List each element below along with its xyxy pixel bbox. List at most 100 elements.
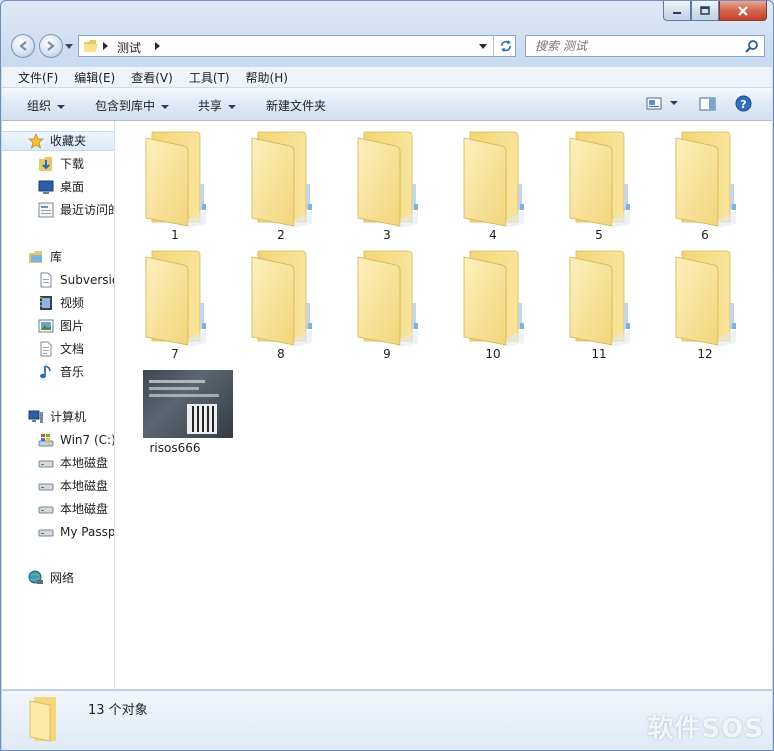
- libraries-icon: [29, 251, 42, 263]
- nav-favorites-label: 收藏夹: [50, 134, 87, 148]
- nav-downloads[interactable]: 下载: [2, 154, 84, 174]
- search-box[interactable]: [525, 35, 765, 57]
- nav-music[interactable]: 音乐: [2, 362, 84, 382]
- caption-buttons: [663, 1, 767, 21]
- file-name-label: 2: [277, 228, 285, 242]
- pictures-icon: [38, 319, 54, 333]
- folder-icon: [251, 250, 312, 347]
- organize-button[interactable]: 组织: [27, 97, 66, 114]
- maximize-button[interactable]: [691, 1, 719, 21]
- help-icon[interactable]: ?: [735, 95, 752, 112]
- folder-item[interactable]: 8: [228, 243, 334, 361]
- folder-item[interactable]: 5: [546, 124, 652, 242]
- file-name-label: risos666: [149, 441, 201, 455]
- chevron-down-icon: [228, 104, 237, 109]
- hard-drive-icon: [38, 460, 54, 468]
- file-item[interactable]: risos666: [122, 362, 233, 480]
- folder-item[interactable]: 11: [546, 243, 652, 361]
- nav-local-disk[interactable]: 本地磁盘: [2, 476, 108, 496]
- folder-item[interactable]: 4: [440, 124, 546, 242]
- folder-icon: [569, 131, 630, 228]
- network-icon: [28, 570, 43, 584]
- address-bar[interactable]: 测试: [78, 35, 516, 57]
- forward-arrow-icon: [47, 41, 55, 51]
- nav-drive-c[interactable]: Win7 (C:): [2, 430, 114, 450]
- folder-item[interactable]: 2: [228, 124, 334, 242]
- document-library-icon: [40, 272, 52, 288]
- file-name-label: 3: [383, 228, 391, 242]
- hard-drive-icon: [38, 483, 54, 491]
- nav-documents[interactable]: 文档: [2, 339, 84, 359]
- breadcrumb-segment[interactable]: 测试: [117, 39, 141, 56]
- svg-text:?: ?: [740, 98, 746, 111]
- nav-my-passport[interactable]: My Passport: [2, 522, 114, 542]
- nav-pictures[interactable]: 图片: [2, 316, 84, 336]
- nav-desktop-label: 桌面: [60, 180, 85, 194]
- image-thumbnail: [143, 370, 233, 438]
- file-name-label: 1: [171, 228, 179, 242]
- nav-local-disk[interactable]: 本地磁盘: [2, 499, 108, 519]
- refresh-icon: [500, 40, 511, 52]
- nav-libraries-label: 库: [50, 250, 63, 264]
- menu-help[interactable]: 帮助(H): [238, 69, 296, 86]
- maximize-icon: [700, 6, 710, 15]
- nav-local-disk-label: 本地磁盘: [60, 502, 109, 516]
- nav-local-disk[interactable]: 本地磁盘: [2, 453, 108, 473]
- organize-label: 组织: [27, 99, 52, 113]
- nav-music-label: 音乐: [60, 365, 85, 379]
- forward-button[interactable]: [39, 34, 63, 58]
- nav-desktop[interactable]: 桌面: [2, 177, 84, 197]
- search-icon[interactable]: [745, 39, 759, 53]
- file-name-label: 10: [485, 347, 501, 361]
- back-button[interactable]: [11, 34, 35, 58]
- folder-item[interactable]: 6: [652, 124, 758, 242]
- recent-pages-caret-icon[interactable]: [65, 44, 73, 50]
- minimize-button[interactable]: [663, 1, 691, 21]
- new-folder-button[interactable]: 新建文件夹: [266, 97, 326, 114]
- nav-videos[interactable]: 视频: [2, 293, 84, 313]
- menu-file[interactable]: 文件(F): [2, 69, 66, 86]
- nav-subversion[interactable]: Subversion: [2, 270, 114, 290]
- view-options-caret-icon[interactable]: [670, 101, 678, 105]
- folder-item[interactable]: 7: [122, 243, 228, 361]
- close-button[interactable]: [719, 1, 767, 21]
- share-button[interactable]: 共享: [198, 97, 237, 114]
- folder-icon: [29, 697, 56, 742]
- share-label: 共享: [198, 99, 223, 113]
- preview-pane-icon[interactable]: [699, 97, 716, 111]
- folder-item[interactable]: 1: [122, 124, 228, 242]
- folder-item[interactable]: 10: [440, 243, 546, 361]
- file-name-label: 12: [697, 347, 713, 361]
- menu-view[interactable]: 查看(V): [123, 69, 181, 86]
- search-input[interactable]: [533, 38, 737, 54]
- address-history-caret-icon[interactable]: [479, 44, 487, 49]
- folder-item[interactable]: 9: [334, 243, 440, 361]
- back-arrow-icon: [19, 41, 27, 51]
- details-pane: 13 个对象 软件SOS: [2, 690, 772, 750]
- computer-icon: [28, 410, 43, 423]
- nav-downloads-label: 下载: [60, 157, 85, 171]
- menu-edit[interactable]: 编辑(E): [66, 69, 123, 86]
- include-in-library-button[interactable]: 包含到库中: [95, 97, 170, 114]
- watermark-text: 软件SOS: [647, 714, 764, 744]
- nav-recent-places[interactable]: 最近访问的: [2, 200, 115, 220]
- folder-item[interactable]: 3: [334, 124, 440, 242]
- folder-item[interactable]: 12: [652, 243, 758, 361]
- folder-icon: [569, 250, 630, 347]
- qr-code-icon: [187, 404, 217, 434]
- nav-libraries[interactable]: 库: [2, 247, 62, 267]
- breadcrumb-arrow-icon[interactable]: [155, 42, 161, 50]
- nav-favorites[interactable]: 收藏夹: [2, 131, 114, 151]
- nav-documents-label: 文档: [60, 342, 85, 356]
- change-view-icon[interactable]: [646, 97, 662, 110]
- hard-drive-icon: [38, 506, 54, 514]
- refresh-button[interactable]: [493, 35, 517, 57]
- nav-network-label: 网络: [50, 571, 75, 585]
- nav-network[interactable]: 网络: [2, 568, 74, 588]
- breadcrumb-arrow-icon[interactable]: [103, 42, 109, 50]
- command-bar: 组织 包含到库中 共享 新建文件夹 ?: [2, 88, 772, 121]
- nav-recent-places-label: 最近访问的: [60, 203, 115, 217]
- menu-tools[interactable]: 工具(T): [181, 69, 238, 86]
- nav-computer[interactable]: 计算机: [2, 407, 86, 427]
- file-list: 1 2 3 4 5 6 7 8 9 10 11 12 risos666: [115, 121, 772, 689]
